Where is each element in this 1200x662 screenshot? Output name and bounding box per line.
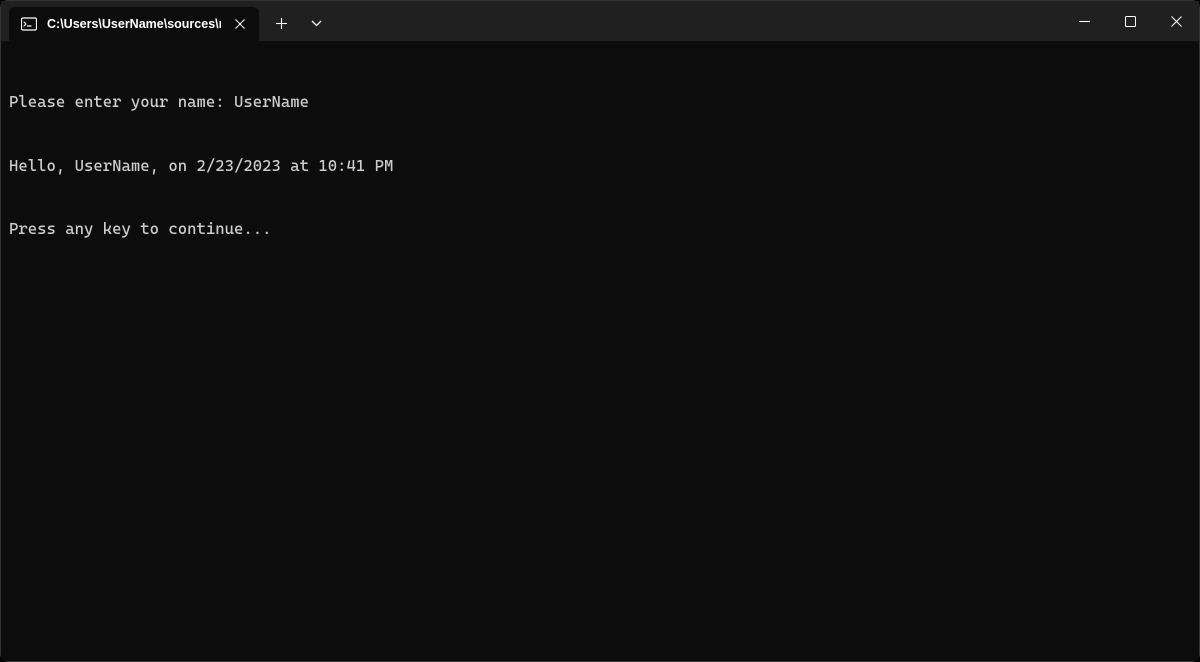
plus-icon (276, 18, 287, 29)
close-icon (1171, 16, 1182, 27)
chevron-down-icon (311, 20, 322, 27)
close-icon (235, 19, 245, 29)
tab-title: C:\Users\UserName\sources\r (47, 17, 221, 31)
minimize-button[interactable] (1061, 1, 1107, 41)
tab-close-button[interactable] (231, 15, 249, 33)
maximize-button[interactable] (1107, 1, 1153, 41)
minimize-icon (1079, 16, 1090, 27)
window-controls (1061, 1, 1199, 41)
active-tab[interactable]: C:\Users\UserName\sources\r (9, 7, 259, 41)
terminal-line: Press any key to continue... (9, 218, 1191, 239)
maximize-icon (1125, 16, 1136, 27)
titlebar: C:\Users\UserName\sources\r (1, 1, 1199, 41)
terminal-line: Hello, UserName, on 2/23/2023 at 10:41 P… (9, 155, 1191, 176)
window-close-button[interactable] (1153, 1, 1199, 41)
terminal-icon (21, 16, 37, 32)
terminal-line: Please enter your name: UserName (9, 91, 1191, 112)
new-tab-button[interactable] (265, 8, 297, 38)
tab-actions (259, 8, 332, 41)
titlebar-drag-area[interactable] (332, 1, 1061, 41)
terminal-output[interactable]: Please enter your name: UserName Hello, … (1, 41, 1199, 661)
tab-dropdown-button[interactable] (300, 8, 332, 38)
tab-area: C:\Users\UserName\sources\r (1, 1, 332, 41)
